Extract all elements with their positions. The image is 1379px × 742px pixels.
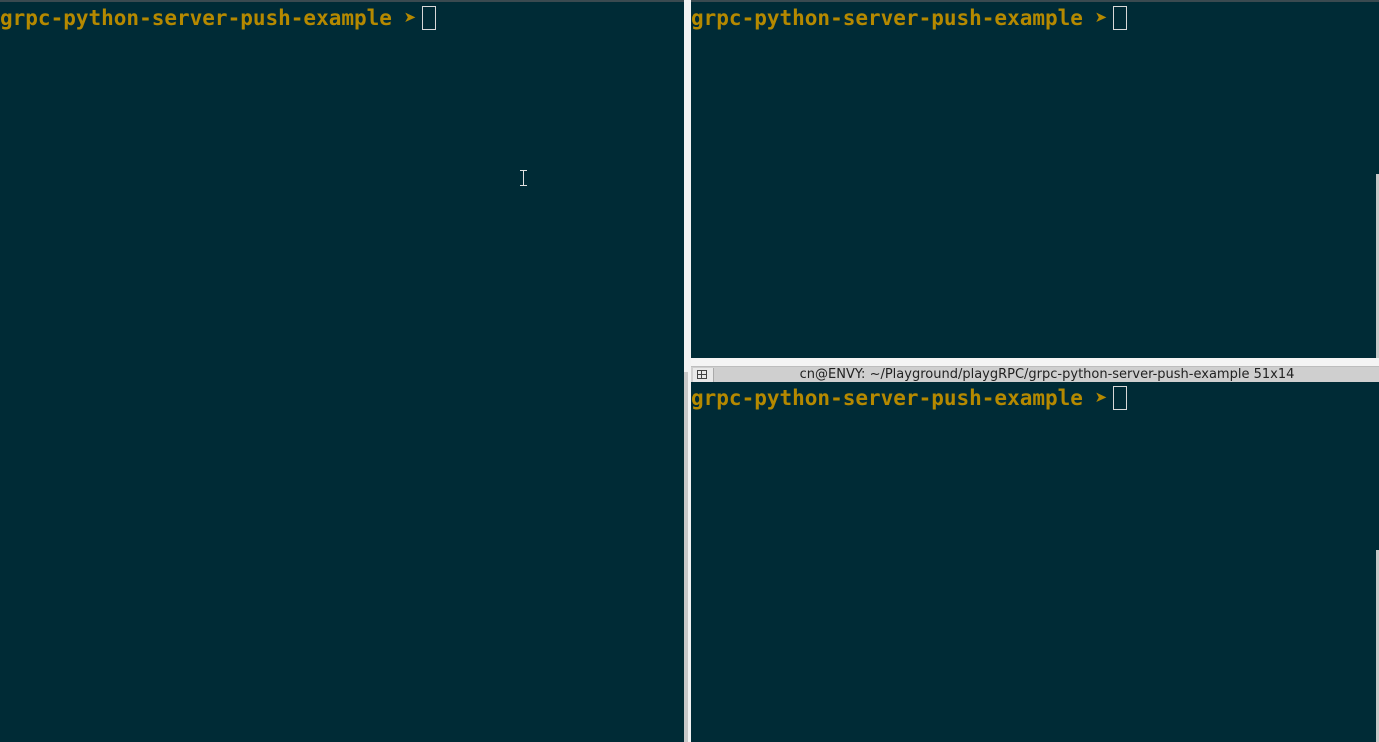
prompt-arrow-icon: ➤	[1094, 6, 1108, 30]
text-ibeam-icon	[519, 170, 528, 186]
terminal-pane-left[interactable]: grpc-python-server-push-example ➤	[0, 2, 684, 742]
prompt-directory: grpc-python-server-push-example	[691, 6, 1083, 30]
shell-prompt: grpc-python-server-push-example ➤	[691, 5, 1127, 31]
prompt-arrow-icon: ➤	[403, 6, 417, 30]
text-cursor	[421, 6, 436, 30]
text-cursor	[1112, 386, 1127, 410]
terminal-pane-top-right[interactable]: grpc-python-server-push-example ➤	[691, 2, 1379, 358]
prompt-directory: grpc-python-server-push-example	[0, 6, 392, 30]
terminal-pane-bottom-right[interactable]: grpc-python-server-push-example ➤	[691, 382, 1379, 742]
prompt-arrow-icon: ➤	[1094, 386, 1108, 410]
terminal-split-icon[interactable]	[693, 368, 714, 382]
pane-title: cn@ENVY: ~/Playground/playgRPC/grpc-pyth…	[799, 367, 1295, 382]
divider-grip[interactable]	[684, 372, 688, 742]
pane-titlebar[interactable]: cn@ENVY: ~/Playground/playgRPC/grpc-pyth…	[691, 366, 1379, 383]
horizontal-pane-divider[interactable]	[691, 358, 1379, 366]
prompt-directory: grpc-python-server-push-example	[691, 386, 1083, 410]
shell-prompt: grpc-python-server-push-example ➤	[691, 385, 1127, 411]
text-cursor	[1112, 6, 1127, 30]
shell-prompt: grpc-python-server-push-example ➤	[0, 5, 436, 31]
vertical-pane-divider[interactable]	[684, 0, 691, 742]
